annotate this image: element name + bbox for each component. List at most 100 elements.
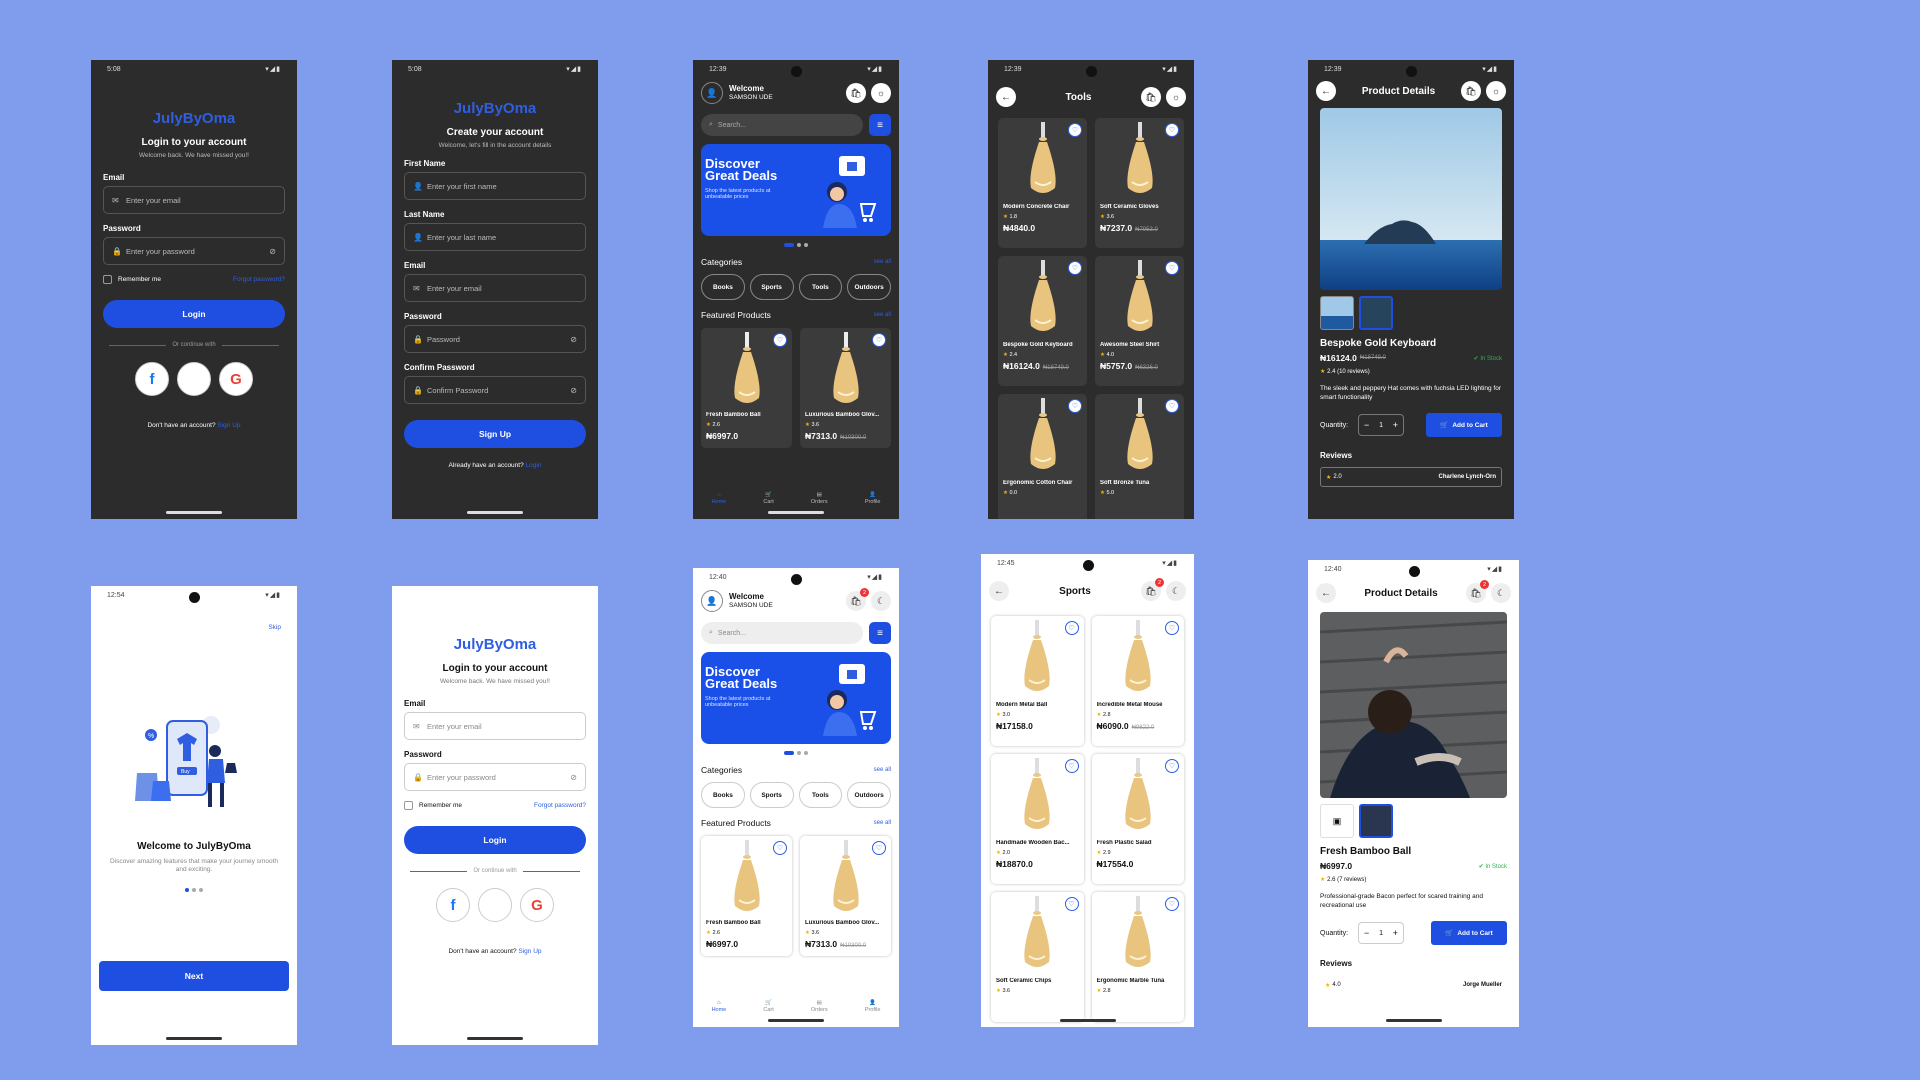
product-card[interactable]: ♡ Handmade Wooden Bac... ★ 2.0 ₦18870.0 bbox=[991, 754, 1084, 884]
eye-off-icon[interactable]: ⊘ bbox=[269, 247, 276, 256]
apple-icon[interactable] bbox=[478, 888, 512, 922]
google-icon[interactable]: G bbox=[219, 362, 253, 396]
login-button[interactable]: Login bbox=[103, 300, 285, 328]
filter-icon[interactable]: ≡ bbox=[869, 114, 891, 136]
see-all-link[interactable]: see all bbox=[874, 312, 891, 318]
filter-icon[interactable]: ≡ bbox=[869, 622, 891, 644]
nav-cart[interactable]: 🛒 Cart bbox=[763, 492, 773, 505]
sun-icon[interactable]: ☼ bbox=[1486, 81, 1506, 101]
product-card[interactable]: ♡ Fresh Bamboo Ball ★ 2.6 ₦6997.0 bbox=[701, 836, 792, 956]
nav-cart[interactable]: 🛒 Cart bbox=[763, 1000, 773, 1013]
email-field[interactable]: ✉ Enter your email bbox=[404, 274, 586, 302]
password-field[interactable]: 🔒 Enter your password ⊘ bbox=[404, 763, 586, 791]
category-chip[interactable]: Tools bbox=[798, 274, 843, 300]
nav-profile[interactable]: 👤 Profile bbox=[865, 1000, 881, 1013]
product-card[interactable]: ♡ Ergonomic Cotton Chair ★ 0.0 bbox=[998, 394, 1087, 519]
see-all-link[interactable]: see all bbox=[874, 820, 891, 826]
next-button[interactable]: Next bbox=[99, 961, 289, 991]
search-input[interactable]: ⌕ Search... bbox=[701, 114, 863, 136]
heart-icon[interactable]: ♡ bbox=[1068, 399, 1082, 413]
product-card[interactable]: ♡ Incredible Metal Mouse ★ 2.8 ₦6090.0 ₦9822… bbox=[1091, 616, 1184, 746]
heart-icon[interactable]: ♡ bbox=[1165, 621, 1179, 635]
password-field[interactable]: 🔒 Password ⊘ bbox=[404, 325, 586, 353]
category-chip[interactable]: Sports bbox=[749, 782, 794, 808]
heart-icon[interactable]: ♡ bbox=[1165, 261, 1179, 275]
confirm-password-field[interactable]: 🔒 Confirm Password ⊘ bbox=[404, 376, 586, 404]
facebook-icon[interactable]: f bbox=[436, 888, 470, 922]
heart-icon[interactable]: ♡ bbox=[1165, 759, 1179, 773]
moon-icon[interactable]: ☾ bbox=[871, 591, 891, 611]
quantity-stepper[interactable]: −1 + bbox=[1358, 414, 1405, 436]
heart-icon[interactable]: ♡ bbox=[1064, 621, 1079, 635]
thumbnail-selected[interactable] bbox=[1359, 804, 1393, 838]
login-button[interactable]: Login bbox=[404, 826, 586, 854]
apple-icon[interactable] bbox=[177, 362, 211, 396]
remember-checkbox[interactable] bbox=[404, 801, 413, 810]
bag-icon[interactable]: 🛍 bbox=[1461, 81, 1481, 101]
back-arrow-icon[interactable]: ← bbox=[989, 581, 1009, 601]
last-name-field[interactable]: 👤 Enter your last name bbox=[404, 223, 586, 251]
nav-orders[interactable]: ▤ Orders bbox=[811, 492, 828, 505]
category-chip[interactable]: Sports bbox=[749, 274, 794, 300]
forgot-password-link[interactable]: Forgot password? bbox=[233, 276, 285, 283]
heart-icon[interactable]: ♡ bbox=[1165, 897, 1179, 911]
thumbnail[interactable] bbox=[1320, 296, 1354, 330]
product-card[interactable]: ♡ Bespoke Gold Keyboard ★ 2.4 ₦16124.0 ₦1874… bbox=[998, 256, 1087, 386]
email-field[interactable]: ✉ Enter your email bbox=[404, 712, 586, 740]
heart-icon[interactable]: ♡ bbox=[1165, 123, 1179, 137]
forgot-password-link[interactable]: Forgot password? bbox=[534, 802, 586, 809]
quantity-stepper[interactable]: −1 + bbox=[1358, 922, 1405, 944]
signup-link[interactable]: Sign Up bbox=[518, 948, 541, 955]
bag-icon[interactable]: 🛍 bbox=[846, 83, 866, 103]
nav-orders[interactable]: ▤ Orders bbox=[811, 1000, 828, 1013]
promo-banner[interactable]: Discover Great Deals Shop the latest pro… bbox=[701, 144, 891, 236]
add-to-cart-button[interactable]: 🛒 Add to Cart bbox=[1431, 921, 1507, 945]
heart-icon[interactable]: ♡ bbox=[773, 333, 787, 347]
heart-icon[interactable]: ♡ bbox=[1068, 123, 1082, 137]
skip-link[interactable]: Skip bbox=[268, 624, 281, 631]
bag-icon[interactable]: 🛍 2 bbox=[1466, 580, 1489, 603]
product-card[interactable]: ♡ Luxurious Bamboo Glov... ★ 3.6 ₦7313.0… bbox=[800, 328, 891, 448]
moon-icon[interactable]: ☾ bbox=[1491, 583, 1511, 603]
login-link[interactable]: Login bbox=[526, 462, 542, 469]
heart-icon[interactable]: ♡ bbox=[773, 841, 787, 855]
facebook-icon[interactable]: f bbox=[135, 362, 169, 396]
category-chip[interactable]: Outdoors bbox=[847, 274, 891, 300]
avatar[interactable]: 👤 bbox=[701, 590, 723, 612]
product-card[interactable]: ♡ Ergonomic Marble Tuna ★ 2.8 bbox=[1091, 892, 1184, 1022]
eye-off-icon[interactable]: ⊘ bbox=[570, 335, 577, 344]
bag-icon[interactable]: 🛍 bbox=[1141, 87, 1161, 107]
thumbnail[interactable]: ▣ bbox=[1320, 804, 1354, 838]
product-card[interactable]: ♡ Awesome Steel Shirt ★ 4.0 ₦5757.0 ₦6326.0 bbox=[1095, 256, 1184, 386]
bag-icon[interactable]: 🛍 2 bbox=[846, 588, 869, 611]
heart-icon[interactable]: ♡ bbox=[1064, 897, 1079, 911]
heart-icon[interactable]: ♡ bbox=[872, 333, 886, 347]
promo-banner[interactable]: Discover Great Deals Shop the latest pro… bbox=[701, 652, 891, 744]
password-field[interactable]: 🔒 Enter your password ⊘ bbox=[103, 237, 285, 265]
bag-icon[interactable]: 🛍 2 bbox=[1141, 578, 1164, 601]
heart-icon[interactable]: ♡ bbox=[1064, 759, 1079, 773]
heart-icon[interactable]: ♡ bbox=[872, 841, 886, 855]
minus-icon[interactable]: − bbox=[1364, 928, 1369, 938]
signup-link[interactable]: Sign Up bbox=[217, 422, 240, 429]
product-card[interactable]: ♡ Modern Metal Ball ★ 3.0 ₦17158.0 bbox=[991, 616, 1084, 746]
signup-button[interactable]: Sign Up bbox=[404, 420, 586, 448]
product-card[interactable]: ♡ Soft Ceramic Gloves ★ 3.6 ₦7237.0 ₦7953.0 bbox=[1095, 118, 1184, 248]
sun-icon[interactable]: ☼ bbox=[1166, 87, 1186, 107]
product-card[interactable]: ♡ Fresh Bamboo Ball ★ 2.6 ₦6997.0 bbox=[701, 328, 792, 448]
eye-off-icon[interactable]: ⊘ bbox=[570, 386, 577, 395]
back-arrow-icon[interactable]: ← bbox=[1316, 81, 1336, 101]
category-chip[interactable]: Tools bbox=[798, 782, 843, 808]
add-to-cart-button[interactable]: 🛒 Add to Cart bbox=[1426, 413, 1502, 437]
see-all-link[interactable]: see all bbox=[874, 767, 891, 773]
product-main-image[interactable] bbox=[1320, 612, 1507, 798]
avatar[interactable]: 👤 bbox=[701, 82, 723, 104]
category-chip[interactable]: Books bbox=[701, 782, 745, 808]
product-card[interactable]: ♡ Modern Concrete Chair ★ 1.8 ₦4840.0 bbox=[998, 118, 1087, 248]
heart-icon[interactable]: ♡ bbox=[1068, 261, 1082, 275]
email-field[interactable]: ✉ Enter your email bbox=[103, 186, 285, 214]
category-chip[interactable]: Books bbox=[701, 274, 745, 300]
remember-checkbox[interactable] bbox=[103, 275, 112, 284]
moon-icon[interactable]: ☾ bbox=[1166, 581, 1186, 601]
back-arrow-icon[interactable]: ← bbox=[996, 87, 1016, 107]
